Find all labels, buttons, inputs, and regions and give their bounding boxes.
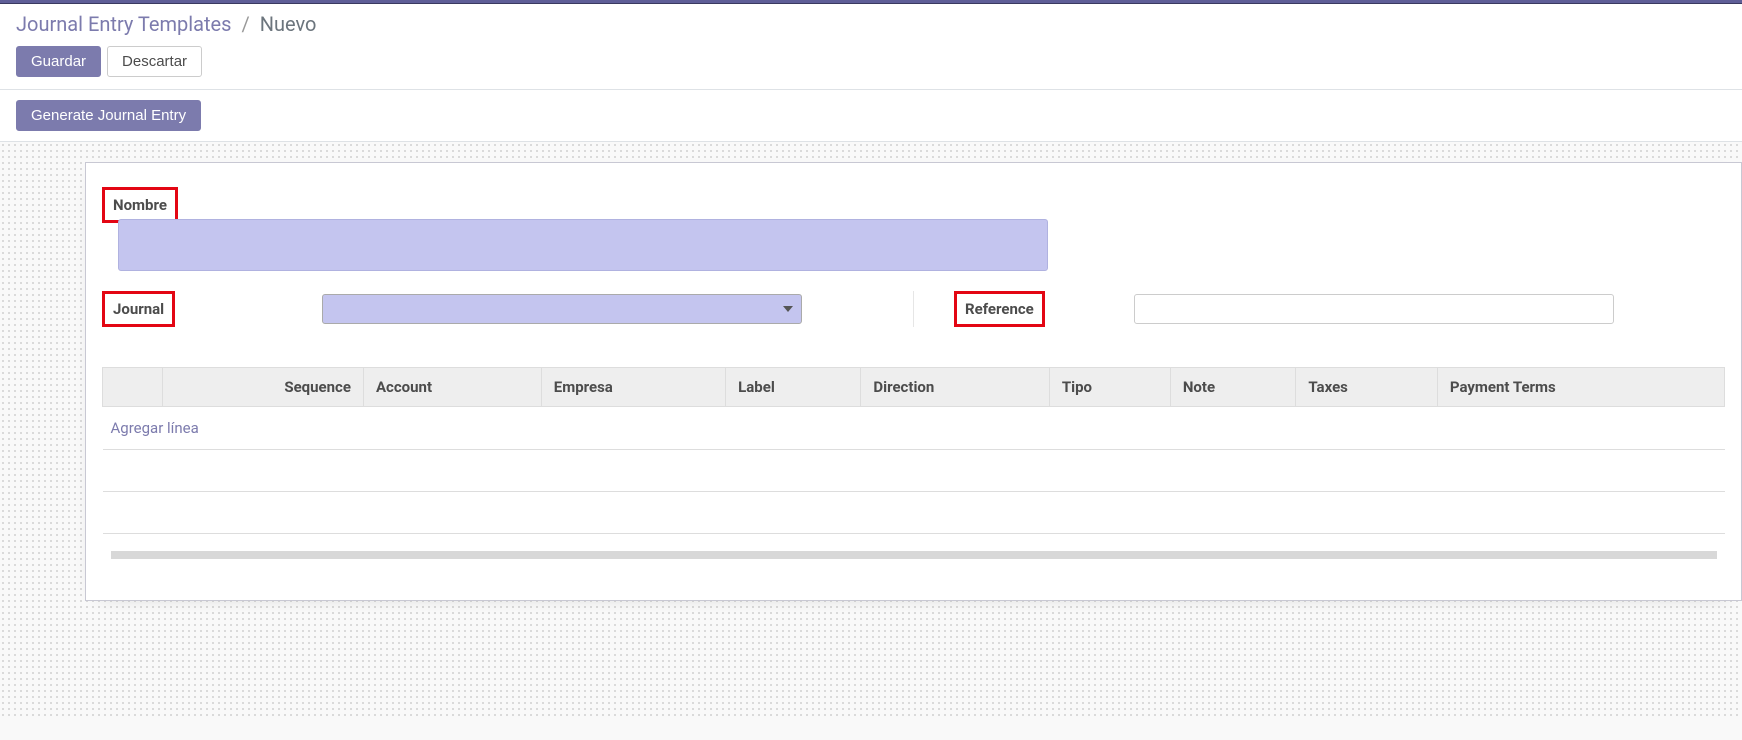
journal-column: Journal	[102, 291, 913, 327]
nombre-label: Nombre	[105, 190, 175, 220]
two-column-row: Journal Reference	[102, 291, 1725, 327]
reference-label-highlight: Reference	[954, 291, 1045, 327]
col-tipo[interactable]: Tipo	[1049, 368, 1170, 407]
journal-label: Journal	[105, 294, 172, 324]
nombre-label-highlight: Nombre	[102, 187, 178, 223]
add-line-row: Agregar línea	[103, 407, 1725, 450]
reference-input[interactable]	[1134, 294, 1614, 324]
col-taxes[interactable]: Taxes	[1296, 368, 1438, 407]
col-account[interactable]: Account	[363, 368, 541, 407]
action-button-row: Guardar Descartar	[16, 46, 1726, 77]
col-direction[interactable]: Direction	[861, 368, 1049, 407]
col-handle	[103, 368, 163, 407]
control-panel: Generate Journal Entry	[0, 90, 1742, 142]
lines-table-wrap: Sequence Account Empresa Label Direction…	[102, 367, 1725, 576]
reference-column: Reference	[913, 291, 1725, 327]
breadcrumb: Journal Entry Templates / Nuevo	[16, 12, 1726, 36]
lines-table: Sequence Account Empresa Label Direction…	[102, 367, 1725, 576]
col-sequence[interactable]: Sequence	[163, 368, 364, 407]
col-payment-terms[interactable]: Payment Terms	[1437, 368, 1724, 407]
breadcrumb-parent-link[interactable]: Journal Entry Templates	[16, 12, 232, 36]
breadcrumb-current: Nuevo	[260, 12, 317, 36]
col-note[interactable]: Note	[1170, 368, 1296, 407]
journal-select[interactable]	[322, 294, 802, 324]
col-label[interactable]: Label	[726, 368, 861, 407]
nombre-input[interactable]	[118, 219, 1048, 271]
breadcrumb-separator: /	[241, 12, 249, 36]
reference-label: Reference	[957, 294, 1042, 324]
empty-row	[103, 492, 1725, 534]
empty-row	[103, 534, 1725, 576]
empty-row	[103, 450, 1725, 492]
col-empresa[interactable]: Empresa	[541, 368, 725, 407]
form-sheet: Nombre Journal	[85, 162, 1742, 601]
horizontal-scrollbar[interactable]	[111, 551, 1717, 559]
discard-button[interactable]: Descartar	[107, 46, 202, 77]
chevron-down-icon	[783, 306, 793, 312]
add-line-link[interactable]: Agregar línea	[111, 419, 199, 437]
header: Journal Entry Templates / Nuevo Guardar …	[0, 4, 1742, 90]
nombre-field-block: Nombre	[102, 187, 1725, 271]
form-area: Nombre Journal	[0, 142, 1742, 717]
save-button[interactable]: Guardar	[16, 46, 101, 77]
table-header-row: Sequence Account Empresa Label Direction…	[103, 368, 1725, 407]
generate-journal-entry-button[interactable]: Generate Journal Entry	[16, 100, 201, 131]
journal-label-highlight: Journal	[102, 291, 175, 327]
